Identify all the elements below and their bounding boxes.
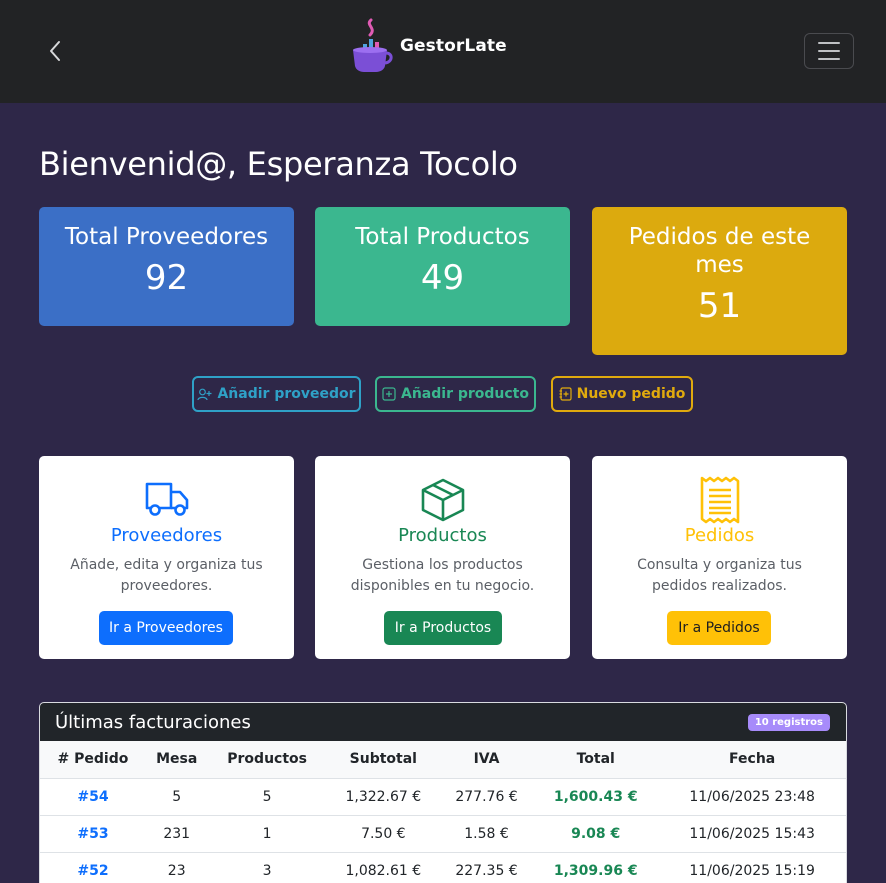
stat-value: 51: [697, 286, 742, 326]
stat-value: 49: [420, 258, 465, 298]
add-product-button[interactable]: Añadir producto: [375, 376, 536, 412]
truck-icon: [145, 482, 188, 516]
plus-square-icon: [382, 387, 396, 401]
brand-name: GestorLate: [400, 36, 507, 56]
card-description: Gestiona los productos disponibles en tu…: [350, 557, 535, 594]
journal-plus-icon: [559, 387, 572, 401]
cell-productos: 5: [207, 778, 327, 816]
table-row[interactable]: #53 231 1 7.50 € 1.58 € 9.08 € 11/06/202…: [40, 815, 846, 853]
stat-card-pedidos: Pedidos de este mes 51: [592, 207, 847, 355]
table-row[interactable]: #52 23 3 1,082.61 € 227.35 € 1,309.96 € …: [40, 852, 846, 883]
cell-subtotal: 7.50 €: [326, 815, 440, 853]
cell-mesa: 5: [145, 778, 208, 816]
box-icon: [421, 478, 464, 522]
cell-productos: 3: [207, 852, 327, 883]
card-pedidos: Pedidos Consulta y organiza tus pedidos …: [592, 456, 847, 659]
stat-label: Total Proveedores: [64, 224, 269, 250]
column-header: Mesa: [145, 741, 208, 779]
cell-mesa: 23: [145, 852, 208, 883]
table-title: Últimas facturaciones: [55, 711, 251, 733]
new-order-label: Nuevo pedido: [576, 386, 686, 402]
table-row[interactable]: #54 5 5 1,322.67 € 277.76 € 1,600.43 € 1…: [40, 778, 846, 816]
brand[interactable]: GestorLate: [351, 18, 507, 74]
person-plus-icon: [197, 388, 212, 400]
cell-total: 9.08 €: [533, 815, 659, 853]
card-productos: Productos Gestiona los productos disponi…: [315, 456, 570, 659]
card-proveedores: Proveedores Añade, edita y organiza tus …: [39, 456, 294, 659]
hamburger-icon-line: [818, 50, 840, 52]
cell-iva: 227.35 €: [439, 852, 534, 883]
receipt-icon: [700, 476, 739, 524]
stat-value: 92: [144, 258, 189, 298]
card-title: Pedidos: [684, 525, 755, 546]
column-header: Fecha: [658, 741, 846, 779]
column-header: Productos: [207, 741, 327, 779]
order-link[interactable]: #52: [40, 852, 146, 883]
add-provider-label: Añadir proveedor: [217, 386, 356, 402]
cell-iva: 277.76 €: [439, 778, 534, 816]
cell-fecha: 11/06/2025 15:43: [658, 815, 846, 853]
cell-fecha: 11/06/2025 23:48: [658, 778, 846, 816]
menu-toggle-button[interactable]: [804, 33, 854, 69]
hamburger-icon-line: [818, 42, 840, 44]
cell-total: 1,309.96 €: [533, 852, 659, 883]
cell-mesa: 231: [145, 815, 208, 853]
billing-table-card: Últimas facturaciones 10 registros # Ped…: [39, 702, 847, 883]
stat-card-proveedores: Total Proveedores 92: [39, 207, 294, 326]
navbar: GestorLate: [0, 0, 886, 103]
cell-subtotal: 1,082.61 €: [326, 852, 440, 883]
cell-subtotal: 1,322.67 €: [326, 778, 440, 816]
hamburger-icon-line: [818, 58, 840, 60]
go-to-products-button[interactable]: Ir a Productos: [384, 611, 502, 645]
column-header: IVA: [439, 741, 534, 779]
column-header: Total: [533, 741, 659, 779]
stat-label: Total Productos: [355, 224, 530, 250]
card-title: Proveedores: [110, 525, 223, 546]
welcome-heading: Bienvenid@, Esperanza Tocolo: [39, 145, 518, 183]
card-description: Consulta y organiza tus pedidos realizad…: [637, 557, 802, 594]
billing-table: # Pedido Mesa Productos Subtotal IVA Tot…: [40, 741, 846, 883]
cell-productos: 1: [207, 815, 327, 853]
new-order-button[interactable]: Nuevo pedido: [551, 376, 693, 412]
order-link[interactable]: #54: [40, 778, 146, 816]
cell-fecha: 11/06/2025 15:19: [658, 852, 846, 883]
records-badge: 10 registros: [747, 713, 830, 731]
card-title: Productos: [398, 525, 487, 546]
go-to-orders-button[interactable]: Ir a Pedidos: [667, 611, 771, 645]
stat-label: Pedidos de este mes: [628, 224, 811, 278]
order-link[interactable]: #53: [40, 815, 146, 853]
column-header: Subtotal: [326, 741, 440, 779]
cell-iva: 1.58 €: [439, 815, 534, 853]
go-to-providers-button[interactable]: Ir a Proveedores: [99, 611, 233, 645]
cell-total: 1,600.43 €: [533, 778, 659, 816]
back-button[interactable]: [42, 36, 68, 66]
chevron-left-icon: [50, 41, 60, 61]
add-provider-button[interactable]: Añadir proveedor: [192, 376, 361, 412]
coffee-logo-icon: [353, 18, 393, 72]
column-header: # Pedido: [40, 741, 146, 779]
stat-card-productos: Total Productos 49: [315, 207, 570, 326]
table-header-bar: Últimas facturaciones 10 registros: [40, 703, 846, 741]
table-header-row: # Pedido Mesa Productos Subtotal IVA Tot…: [40, 741, 846, 779]
card-description: Añade, edita y organiza tus proveedores.: [70, 557, 263, 594]
add-product-label: Añadir producto: [401, 386, 529, 402]
